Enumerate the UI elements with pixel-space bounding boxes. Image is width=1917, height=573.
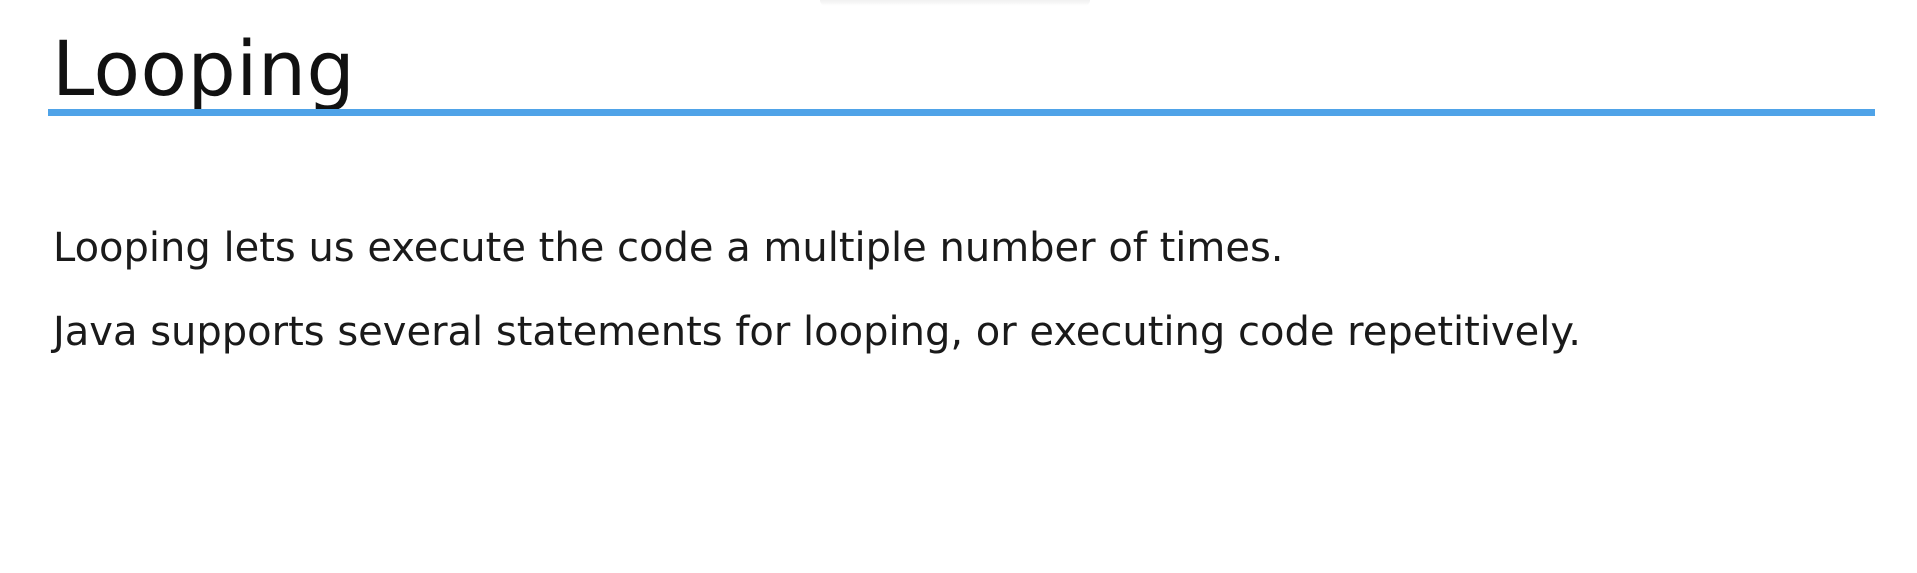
body-paragraph-2: Java supports several statements for loo… <box>53 309 1582 355</box>
title-underline <box>48 109 1875 116</box>
body-paragraph-1: Looping lets us execute the code a multi… <box>53 225 1284 271</box>
slide-title: Looping <box>52 24 356 113</box>
top-edge-shadow <box>820 0 1090 6</box>
